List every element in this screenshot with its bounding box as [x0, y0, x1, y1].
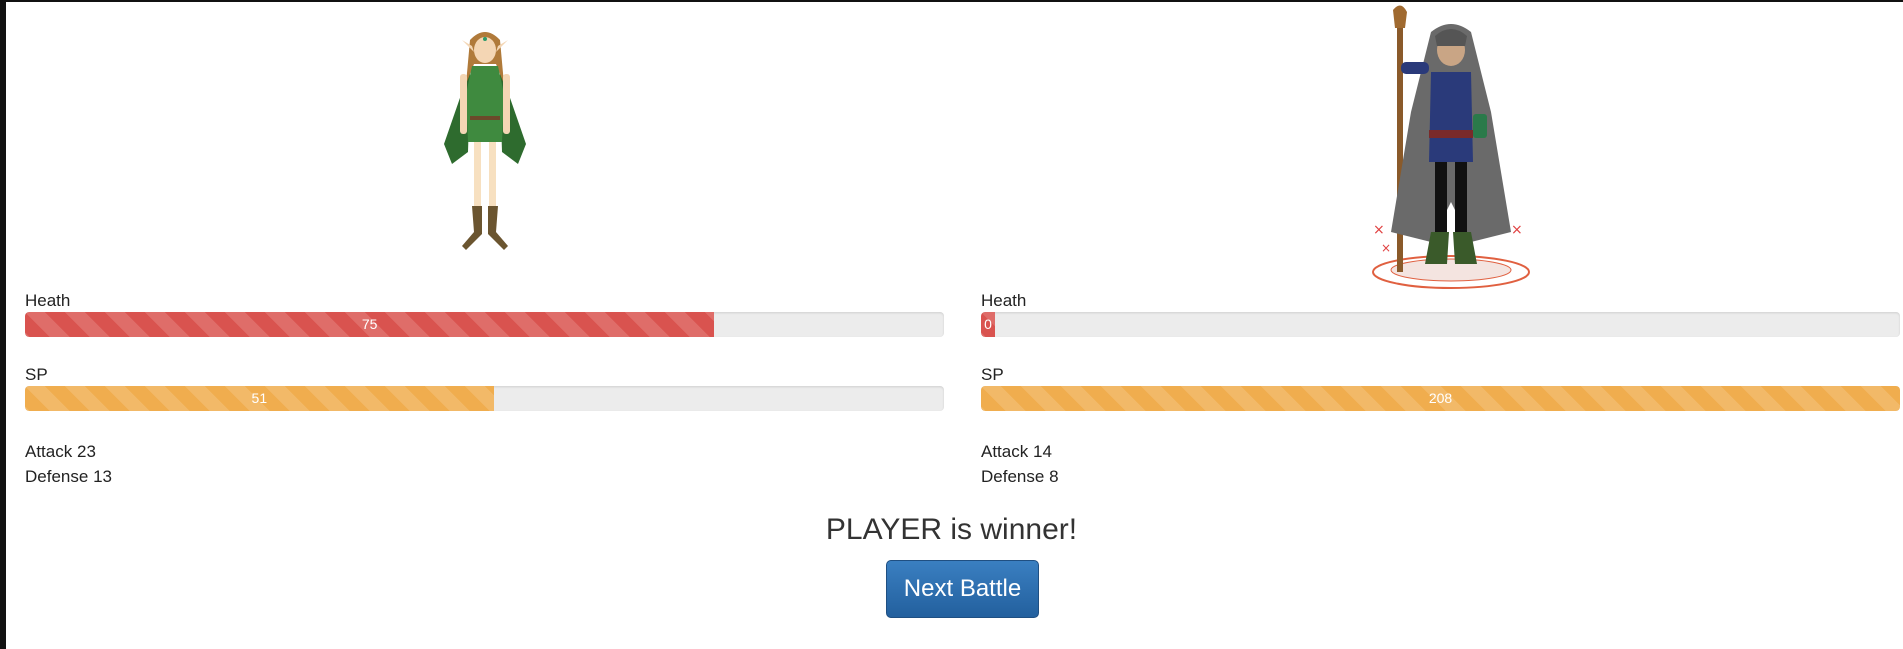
player-health-bar: 75 — [25, 312, 944, 337]
player-health-fill: 75 — [25, 312, 715, 337]
player-attack: Attack 23 — [25, 439, 944, 464]
player-sp-label: SP — [25, 365, 48, 384]
enemy-attack: Attack 14 — [981, 439, 1900, 464]
player-panel: Heath 75 SP 51 Attack 23 Defense 13 — [25, 0, 944, 489]
svg-text:×: × — [1381, 241, 1391, 255]
enemy-health-label: Heath — [981, 291, 1027, 310]
enemy-health-bar: 0 — [981, 312, 1900, 337]
enemy-defense-value: 8 — [1049, 467, 1059, 486]
player-attack-label: Attack — [25, 442, 73, 461]
enemy-sp-fill: 208 — [981, 386, 1900, 411]
enemy-sp-label: SP — [981, 365, 1004, 384]
player-health-label: Heath — [25, 291, 71, 310]
hooded-wizard-icon: × × × — [1372, 5, 1530, 289]
enemy-sp-bar: 208 — [981, 386, 1900, 411]
enemy-stats: Attack 14 Defense 8 — [981, 439, 1900, 489]
svg-text:×: × — [1511, 222, 1523, 238]
player-defense-label: Defense — [25, 467, 89, 486]
next-battle-button[interactable]: Next Battle — [886, 560, 1039, 618]
enemy-defense-label: Defense — [981, 467, 1045, 486]
player-sp-fill: 51 — [25, 386, 494, 411]
elf-archer-icon — [444, 32, 526, 250]
enemy-attack-label: Attack — [981, 442, 1029, 461]
enemy-defense: Defense 8 — [981, 464, 1900, 489]
player-defense-value: 13 — [93, 467, 112, 486]
enemy-panel: × × × Heath 0 SP 208 Attack 14 Defense 8 — [981, 0, 1900, 489]
player-avatar-area — [25, 0, 944, 290]
svg-text:×: × — [1373, 222, 1385, 238]
player-defense: Defense 13 — [25, 464, 944, 489]
player-attack-value: 23 — [76, 442, 96, 461]
enemy-avatar-area: × × × — [981, 0, 1900, 290]
player-stats: Attack 23 Defense 13 — [25, 439, 944, 489]
battle-result-text: PLAYER is winner! — [825, 513, 1078, 546]
enemy-health-fill: 0 — [981, 312, 995, 337]
enemy-attack-value: 14 — [1032, 442, 1052, 461]
player-sp-bar: 51 — [25, 386, 944, 411]
